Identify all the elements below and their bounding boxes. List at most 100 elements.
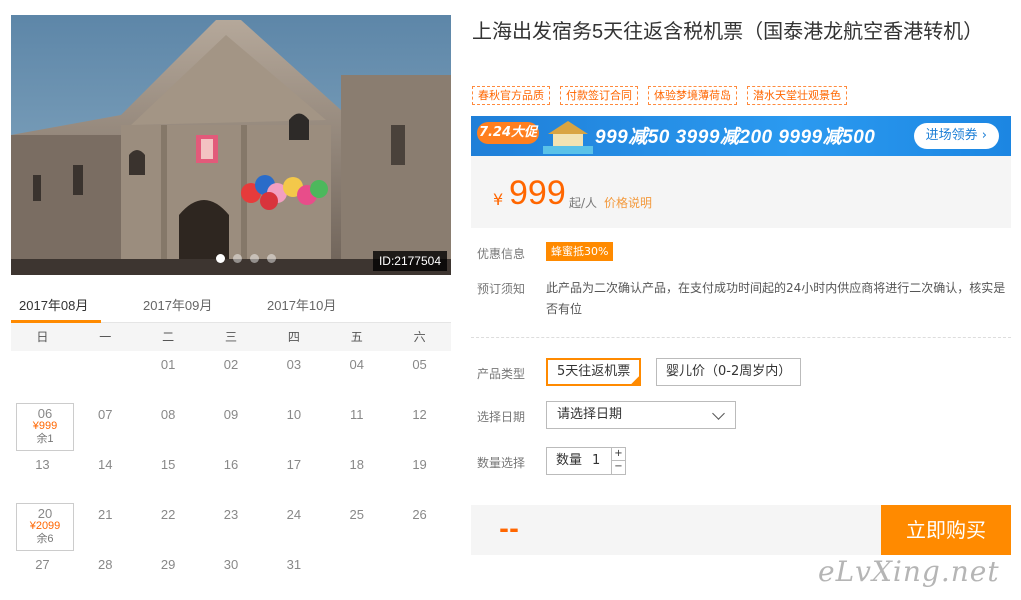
weekday-label: 二 bbox=[162, 330, 175, 344]
price-currency: ¥ bbox=[493, 190, 504, 209]
price-value: 999 bbox=[509, 174, 566, 212]
calendar-day: 12 bbox=[412, 407, 427, 422]
weekday-label: 日 bbox=[36, 330, 49, 344]
calendar-day: 15 bbox=[160, 457, 176, 472]
church-photo bbox=[11, 15, 451, 275]
calendar-day: 21 bbox=[98, 507, 113, 522]
quantity-decrease-button[interactable]: − bbox=[611, 461, 625, 474]
hero-carousel[interactable]: ID:2177504 bbox=[11, 15, 451, 275]
weekday-label: 五 bbox=[350, 330, 363, 344]
quantity-label: 数量选择 bbox=[477, 456, 526, 470]
calendar-day-price: ¥999 bbox=[32, 420, 58, 432]
carousel-dot[interactable] bbox=[267, 254, 276, 263]
calendar-day: 22 bbox=[160, 507, 176, 522]
calendar-day: 07 bbox=[98, 407, 113, 422]
feature-tag: 体验梦境薄荷岛 bbox=[648, 86, 737, 105]
calendar-day: 27 bbox=[35, 557, 50, 572]
calendar-week-row: 27 28 29 30 31 bbox=[11, 551, 451, 600]
calendar-day-number: 20 bbox=[37, 506, 53, 521]
calendar-day: 10 bbox=[286, 407, 302, 422]
quantity-field-label: 数量 bbox=[556, 453, 583, 468]
quantity-value[interactable]: 1 bbox=[592, 448, 600, 474]
product-type-option[interactable]: 5天往返机票 bbox=[546, 358, 642, 386]
feature-tag: 付款签订合同 bbox=[560, 86, 638, 105]
calendar-day: 02 bbox=[223, 357, 239, 372]
option-label: 5天往返机票 bbox=[557, 364, 631, 379]
weekday-label: 四 bbox=[287, 330, 300, 344]
calendar-day-available[interactable]: 20 ¥2099 余6 bbox=[11, 501, 74, 551]
feature-tags: 春秋官方品质 付款签订合同 体验梦境薄荷岛 潜水天堂壮观景色 bbox=[472, 86, 847, 105]
product-title: 上海出发宿务5天往返含税机票（国泰港龙航空香港转机） bbox=[472, 21, 984, 43]
calendar-week-row: 13 14 15 16 17 18 19 bbox=[11, 451, 451, 501]
price-panel: ¥ 999 起/人 价格说明 bbox=[471, 156, 1011, 228]
section-divider bbox=[471, 337, 1011, 338]
promo-offers: 999减50 3999减200 9999减500 bbox=[595, 127, 876, 148]
calendar-day-remaining: 余6 bbox=[36, 533, 54, 545]
chevron-down-icon bbox=[712, 407, 725, 420]
discount-badge: 蜂蜜抵30% bbox=[546, 242, 614, 261]
calendar-empty-cell bbox=[74, 351, 137, 401]
calendar-day: 17 bbox=[286, 457, 302, 472]
calendar-day: 16 bbox=[223, 457, 239, 472]
feature-tag: 春秋官方品质 bbox=[472, 86, 550, 105]
calendar-day: 11 bbox=[349, 407, 364, 422]
calendar-day: 30 bbox=[223, 557, 239, 572]
carousel-dots bbox=[216, 254, 276, 263]
selected-check-icon bbox=[629, 374, 642, 386]
date-dropdown-placeholder: 请选择日期 bbox=[557, 407, 623, 422]
calendar-day: 23 bbox=[223, 507, 239, 522]
site-watermark: eLvXing.net bbox=[818, 555, 1000, 588]
calendar-day-price: ¥2099 bbox=[29, 520, 61, 532]
calendar-day: 08 bbox=[160, 407, 176, 422]
calendar-day: 05 bbox=[412, 357, 427, 372]
tab-month-2017-10[interactable]: 2017年10月 bbox=[267, 295, 336, 314]
calendar-day: 18 bbox=[349, 457, 364, 472]
calendar-month-tabs: 2017年08月 2017年09月 2017年10月 bbox=[11, 287, 451, 323]
carousel-dot[interactable] bbox=[216, 254, 225, 263]
price-unit: 起/人 bbox=[569, 196, 598, 210]
booking-notice: 此产品为二次确认产品，在支付成功时间起的24小时内供应商将进行二次确认，核实是否… bbox=[546, 281, 1006, 316]
calendar-day: 26 bbox=[412, 507, 427, 522]
carousel-dot[interactable] bbox=[233, 254, 242, 263]
buy-now-button[interactable]: 立即购买 bbox=[881, 505, 1011, 555]
calendar-day: 25 bbox=[349, 507, 364, 522]
calendar-day: 01 bbox=[160, 357, 176, 372]
beach-hut-icon bbox=[543, 121, 593, 154]
photo-id-label: ID:2177504 bbox=[372, 251, 447, 271]
calendar-day: 14 bbox=[98, 457, 113, 472]
promo-banner[interactable]: 7.24大促 999减50 3999减200 9999减500 进场领券 › bbox=[471, 116, 1011, 156]
calendar-grid: 日 一 二 三 四 五 六 01 02 03 04 05 06 ¥999 余1 07 08 09 10… bbox=[11, 323, 451, 600]
tab-month-2017-08[interactable]: 2017年08月 bbox=[19, 295, 88, 314]
promo-badge: 7.24大促 bbox=[477, 122, 539, 144]
calendar-week-row: 01 02 03 04 05 bbox=[11, 351, 451, 401]
date-dropdown[interactable]: 请选择日期 bbox=[546, 401, 736, 429]
calendar-day: 24 bbox=[286, 507, 302, 522]
product-type-option[interactable]: 婴儿价（0-2周岁内） bbox=[656, 358, 802, 386]
calendar-day-box: 06 ¥999 余1 bbox=[16, 403, 74, 451]
weekday-label: 一 bbox=[99, 330, 112, 344]
calendar-day: 03 bbox=[286, 357, 302, 372]
enter-promo-button[interactable]: 进场领券 › bbox=[913, 123, 999, 149]
date-select-label: 选择日期 bbox=[477, 410, 526, 424]
discount-label: 优惠信息 bbox=[477, 247, 526, 261]
tab-month-2017-09[interactable]: 2017年09月 bbox=[143, 295, 212, 314]
calendar-empty-cell bbox=[325, 551, 388, 600]
calendar-day: 28 bbox=[98, 557, 113, 572]
option-label: 婴儿价（0-2周岁内） bbox=[666, 364, 792, 379]
quantity-increase-button[interactable]: + bbox=[611, 448, 625, 461]
weekday-header: 日 一 二 三 四 五 六 bbox=[11, 323, 451, 351]
calendar-day: 09 bbox=[223, 407, 239, 422]
calendar-day-remaining: 余1 bbox=[36, 433, 54, 445]
price-explanation-link[interactable]: 价格说明 bbox=[604, 194, 652, 211]
calendar-day-available[interactable]: 06 ¥999 余1 bbox=[11, 401, 74, 451]
carousel-dot[interactable] bbox=[250, 254, 259, 263]
notice-label: 预订须知 bbox=[477, 282, 526, 296]
calendar-day: 04 bbox=[349, 357, 364, 372]
total-price: -- bbox=[499, 515, 519, 543]
calendar-week-row: 20 ¥2099 余6 21 22 23 24 25 26 bbox=[11, 501, 451, 551]
calendar-week-row: 06 ¥999 余1 07 08 09 10 11 12 bbox=[11, 401, 451, 451]
calendar-weeks: 01 02 03 04 05 06 ¥999 余1 07 08 09 10 11 12 13 14 15 16 17… bbox=[11, 351, 451, 600]
quantity-stepper: 数量 1 + − bbox=[546, 447, 626, 475]
calendar-day: 29 bbox=[160, 557, 176, 572]
product-type-label: 产品类型 bbox=[477, 367, 526, 381]
